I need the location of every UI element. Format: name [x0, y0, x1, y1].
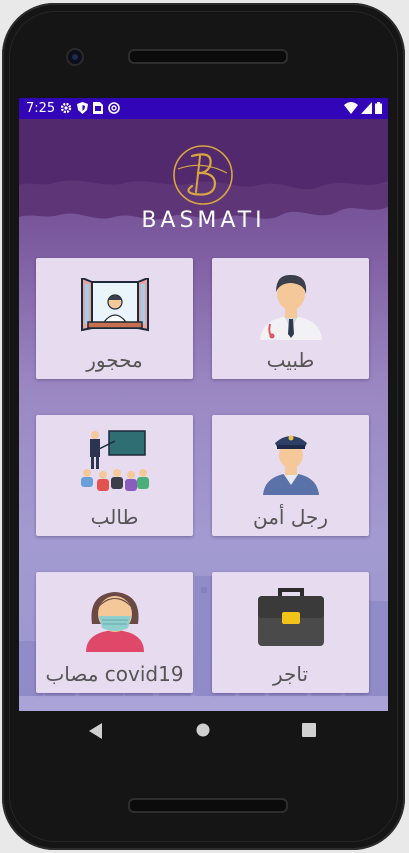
basmati-logo-icon [173, 145, 233, 205]
card-label: طبيب [266, 348, 315, 372]
status-time: 7:25 [26, 101, 56, 116]
bottom-speaker [128, 798, 288, 813]
police-officer-icon [262, 435, 319, 495]
front-camera [66, 48, 84, 66]
role-card-quarantined[interactable]: محجور [36, 258, 193, 379]
recents-icon[interactable] [302, 723, 316, 737]
card-label: محجور [86, 348, 143, 372]
gear-icon [60, 102, 72, 114]
wifi-icon [344, 102, 358, 114]
earpiece-speaker [128, 49, 288, 64]
role-card-doctor[interactable]: طبيب [212, 258, 369, 379]
signal-icon [361, 102, 372, 114]
window-person-icon [80, 278, 149, 332]
home-icon[interactable] [196, 723, 210, 737]
card-label: رجل أمن [252, 505, 329, 529]
sim-card-icon [93, 102, 103, 114]
back-icon[interactable] [89, 723, 103, 739]
doctor-icon [259, 274, 322, 340]
card-label: تاجر [272, 662, 309, 686]
app-brand-title: BASMATI [141, 208, 266, 233]
role-card-covid19[interactable]: مصاب covid19 [36, 572, 193, 693]
at-sign-icon [108, 102, 120, 114]
system-navigation-bar [19, 711, 388, 755]
role-card-merchant[interactable]: تاجر [212, 572, 369, 693]
classroom-icon [80, 430, 149, 491]
status-bar: 7:25 [19, 98, 388, 119]
masked-woman-icon [85, 592, 144, 652]
role-card-student[interactable]: طالب [36, 415, 193, 536]
role-card-security[interactable]: رجل أمن [212, 415, 369, 536]
briefcase-icon [257, 588, 324, 646]
battery-icon [375, 102, 382, 114]
card-label: طالب [90, 505, 139, 529]
screen: 7:25 BASMATI طبيب محجور رجل أمن طالب تاج… [19, 98, 388, 711]
shield-icon [77, 102, 88, 114]
card-label: مصاب covid19 [45, 662, 184, 686]
